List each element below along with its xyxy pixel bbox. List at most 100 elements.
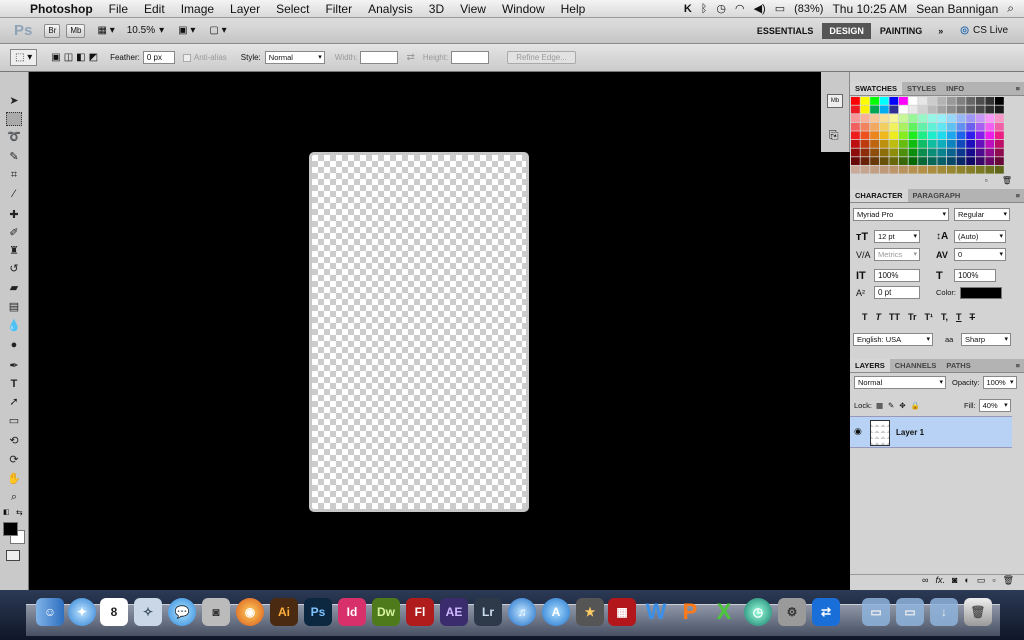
swatch[interactable]	[918, 105, 927, 114]
eraser-tool-icon[interactable]: ▰	[6, 281, 22, 295]
text-color-swatch[interactable]	[960, 286, 1002, 299]
swatch[interactable]	[966, 97, 975, 105]
menu-file[interactable]: File	[101, 2, 136, 16]
documents-folder-icon[interactable]: ▭	[896, 598, 924, 626]
history-icon[interactable]: ⎘	[829, 128, 839, 143]
swatch[interactable]	[985, 97, 995, 105]
3d-orbit-tool-icon[interactable]: ⟳	[6, 453, 22, 467]
swatch[interactable]	[956, 122, 966, 131]
battery-icon[interactable]: ▭	[775, 2, 785, 15]
swatch[interactable]	[870, 114, 879, 122]
new-layer-icon[interactable]: ▫	[992, 575, 995, 588]
zoom-level[interactable]: 10.5%	[127, 25, 155, 36]
photoshop-icon[interactable]: Ps	[304, 598, 332, 626]
flash-icon[interactable]: Fl	[406, 598, 434, 626]
default-colors-icon[interactable]: ◧	[3, 508, 10, 516]
swatch[interactable]	[947, 148, 956, 157]
subtract-selection-icon[interactable]: ◧	[76, 52, 85, 63]
swatch[interactable]	[899, 114, 908, 122]
lasso-tool-icon[interactable]: ➰	[6, 130, 22, 144]
bridge-button[interactable]: Br	[44, 23, 61, 38]
swatch[interactable]	[870, 97, 879, 105]
swatch[interactable]	[927, 105, 937, 114]
workspace-design[interactable]: DESIGN	[822, 22, 871, 39]
lock-position-icon[interactable]: ✥	[899, 401, 905, 410]
swatch[interactable]	[899, 131, 908, 140]
downloads-folder-icon[interactable]: ↓	[930, 598, 958, 626]
swatch[interactable]	[908, 165, 918, 174]
feather-input[interactable]: 0 px	[142, 51, 175, 64]
hand-tool-icon[interactable]: ✋	[6, 472, 22, 486]
swatch[interactable]	[937, 105, 947, 114]
swatch[interactable]	[879, 140, 889, 148]
anti-alias-type-select[interactable]: Sharp	[961, 333, 1011, 346]
swatch[interactable]	[908, 97, 918, 105]
swatch[interactable]	[937, 140, 947, 148]
swatch[interactable]	[975, 140, 985, 148]
crop-tool-icon[interactable]: ⌗	[6, 168, 22, 182]
cs-live-button[interactable]: CS Live	[973, 25, 1008, 36]
lock-transparency-icon[interactable]: ▦	[876, 401, 883, 410]
document-canvas[interactable]	[309, 152, 529, 512]
history-brush-tool-icon[interactable]: ↺	[6, 262, 22, 276]
clock[interactable]: Thu 10:25 AM	[832, 2, 907, 16]
eyedropper-tool-icon[interactable]: ⁄	[6, 187, 22, 201]
swatch[interactable]	[899, 97, 908, 105]
3d-rotate-tool-icon[interactable]: ⟲	[6, 434, 22, 448]
new-group-icon[interactable]: ▭	[977, 575, 986, 588]
menu-select[interactable]: Select	[268, 2, 317, 16]
swatch[interactable]	[860, 114, 870, 122]
swatch[interactable]	[870, 131, 879, 140]
pen-tool-icon[interactable]: ✒	[6, 359, 22, 373]
swatch[interactable]	[937, 122, 947, 131]
lightroom-icon[interactable]: Lr	[474, 598, 502, 626]
menu-edit[interactable]: Edit	[136, 2, 173, 16]
swatch-grid[interactable]	[851, 97, 1011, 177]
swatch[interactable]	[889, 140, 899, 148]
swatch[interactable]	[889, 157, 899, 165]
fill-input[interactable]: 40%	[978, 399, 1011, 412]
swatch[interactable]	[851, 165, 860, 174]
path-selection-tool-icon[interactable]: ➚	[6, 395, 22, 409]
swatch[interactable]	[956, 157, 966, 165]
swatch[interactable]	[851, 157, 860, 165]
time-machine-icon[interactable]: ◷	[716, 2, 726, 15]
swatch[interactable]	[985, 148, 995, 157]
swatch[interactable]	[927, 148, 937, 157]
more-workspaces-button[interactable]: »	[931, 23, 950, 39]
swatch[interactable]	[879, 97, 889, 105]
imovie-icon[interactable]: ★	[576, 598, 604, 626]
swatch[interactable]	[879, 131, 889, 140]
swatch[interactable]	[851, 97, 860, 105]
swatch[interactable]	[899, 122, 908, 131]
photo-booth-icon[interactable]: ▦	[608, 598, 636, 626]
swatch[interactable]	[870, 148, 879, 157]
vertical-scale-input[interactable]: 100%	[874, 269, 920, 282]
move-tool-icon[interactable]: ➤	[6, 94, 22, 108]
menu-filter[interactable]: Filter	[317, 2, 360, 16]
swatch[interactable]	[918, 148, 927, 157]
swatch[interactable]	[918, 157, 927, 165]
swatch[interactable]	[927, 157, 937, 165]
font-size-input[interactable]: 12 pt	[874, 230, 920, 243]
blend-mode-select[interactable]: Normal	[854, 376, 946, 389]
swatch[interactable]	[956, 114, 966, 122]
swatch[interactable]	[860, 131, 870, 140]
underline-button[interactable]: T	[956, 312, 962, 322]
teamviewer-icon[interactable]: ⇄	[812, 598, 840, 626]
swatch[interactable]	[937, 165, 947, 174]
swatch[interactable]	[860, 165, 870, 174]
word-icon[interactable]: W	[642, 598, 670, 626]
type-tool-icon[interactable]: T	[6, 377, 22, 391]
tracking-input[interactable]: 0	[954, 248, 1006, 261]
system-preferences-icon[interactable]: ⚙	[778, 598, 806, 626]
mini-bridge-icon[interactable]: Mb	[827, 94, 843, 108]
layer-row[interactable]: ◉ Layer 1	[850, 416, 1012, 448]
marquee-tool-preset[interactable]: ⬚ ▾	[10, 49, 38, 66]
healing-brush-tool-icon[interactable]: ✚	[6, 208, 22, 222]
adjustment-layer-icon[interactable]: ◐	[964, 575, 969, 588]
swatch[interactable]	[889, 97, 899, 105]
swatch[interactable]	[956, 148, 966, 157]
view-extras-icon[interactable]: ▦ ▾	[97, 25, 114, 36]
swatch[interactable]	[937, 114, 947, 122]
